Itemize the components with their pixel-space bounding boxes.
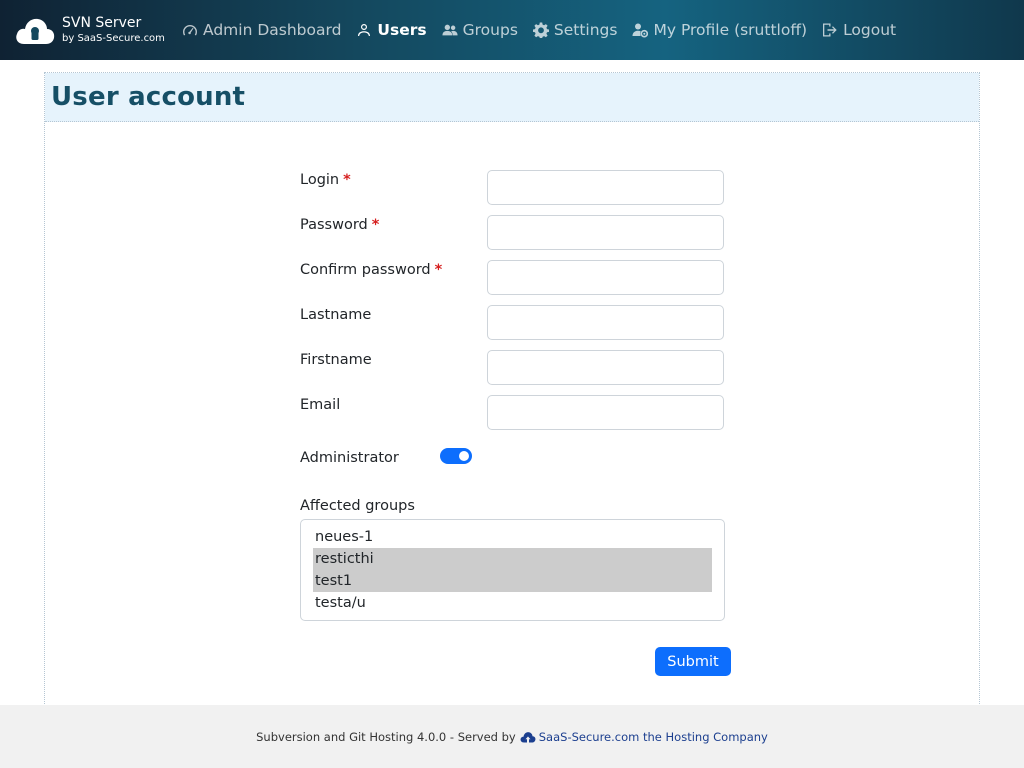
affected-groups-select[interactable]: neues-1 resticthi test1 testa/u [300,519,725,621]
submit-button[interactable]: Submit [655,647,731,676]
nav-label: Admin Dashboard [203,21,342,39]
administrator-row: Administrator [300,440,732,490]
nav-label: Users [377,21,427,39]
user-account-form: Login * Password * Confirm password * Lastn… [300,170,732,490]
confirm-password-row: Confirm password * [300,260,732,305]
password-input[interactable] [487,215,724,250]
email-row: Email [300,395,732,440]
group-option[interactable]: test1 [313,570,712,592]
footer-link-text: SaaS-Secure.com the Hosting Company [538,729,768,744]
confirm-password-input[interactable] [487,260,724,295]
group-option[interactable]: resticthi [313,548,712,570]
nav-groups[interactable]: Groups [442,21,518,39]
administrator-label: Administrator [300,450,399,466]
nav-my-profile[interactable]: My Profile (sruttloff) [632,21,807,39]
password-row: Password * [300,215,732,260]
login-row: Login * [300,170,732,215]
required-marker: * [343,172,351,188]
nav-label: My Profile (sruttloff) [653,21,808,39]
email-input[interactable] [487,395,724,430]
user-icon [358,24,371,36]
required-marker: * [371,217,380,233]
users-group-icon [442,24,458,36]
nav-admin-dashboard[interactable]: Admin Dashboard [182,21,341,39]
lastname-row: Lastname [300,305,732,350]
affected-groups-label: Affected groups [300,498,415,514]
footer-text: Subversion and Git Hosting 4.0.0 - Serve… [256,729,516,744]
firstname-input[interactable] [487,350,724,385]
login-label: Login * [300,172,351,188]
login-label-text: Login [300,172,340,188]
dashboard-gauge-icon [183,25,197,36]
password-label-text: Password [300,217,368,233]
cloud-upload-icon [520,731,536,742]
logout-icon [823,23,837,37]
confirm-password-label: Confirm password * [300,262,442,278]
page-title: User account [51,82,246,112]
gear-icon [532,22,549,38]
cloud-lock-icon [16,18,55,44]
required-marker: * [434,262,443,278]
firstname-row: Firstname [300,350,732,395]
firstname-label: Firstname [300,352,372,368]
brand-link[interactable]: SVN Server by SaaS-Secure.com [0,14,176,46]
nav-label: Settings [553,21,618,39]
toggle-knob [459,451,469,461]
nav-users[interactable]: Users [356,21,427,39]
login-input[interactable] [487,170,724,205]
nav-label: Groups [462,21,518,39]
footer: Subversion and Git Hosting 4.0.0 - Serve… [0,705,1024,768]
nav-settings[interactable]: Settings [532,21,618,39]
nav-label: Logout [843,21,897,39]
brand-title: SVN Server [62,15,142,31]
lastname-input[interactable] [487,305,724,340]
group-option[interactable]: testa/u [313,592,712,614]
top-navbar: SVN Server by SaaS-Secure.com Admin Dash… [0,0,1024,60]
confirm-password-label-text: Confirm password [300,262,431,278]
user-account-card: User account Login * Password * Confirm pa… [44,72,980,712]
footer-link[interactable]: SaaS-Secure.com the Hosting Company [520,730,768,744]
card-header: User account [45,73,979,122]
lastname-label: Lastname [300,307,372,323]
user-gear-icon [632,23,649,38]
administrator-toggle[interactable] [440,448,472,464]
password-label: Password * [300,217,379,233]
brand-subtitle: by SaaS-Secure.com [62,33,165,44]
nav-logout[interactable]: Logout [822,21,896,39]
main-nav: Admin Dashboard Users Groups Settings My… [176,0,911,60]
email-label: Email [300,397,341,413]
group-option[interactable]: neues-1 [313,526,712,548]
